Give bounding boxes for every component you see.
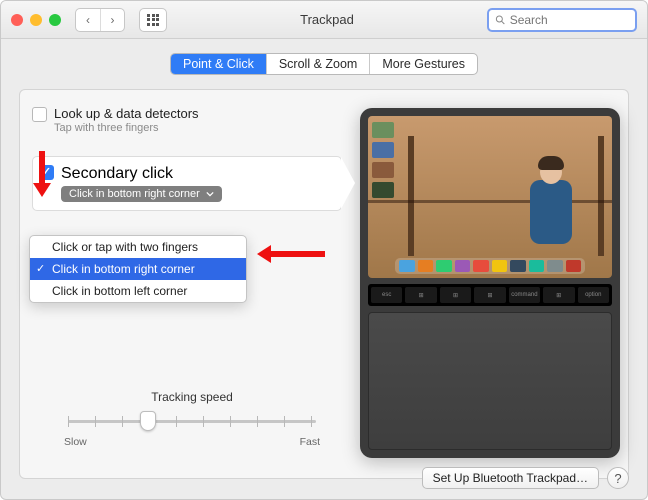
option-lookup[interactable]: Look up & data detectors Tap with three … [32,102,342,142]
check-icon: ✓ [36,262,45,275]
chevron-down-icon [206,190,214,198]
window-title: Trackpad [175,12,479,27]
option-lookup-title: Look up & data detectors [54,106,338,121]
setup-bluetooth-button[interactable]: Set Up Bluetooth Trackpad… [422,467,599,489]
preview-touchbar: esc⊞⊞⊞command⊞option [368,284,612,306]
preview-trackpad-surface [368,312,612,450]
dropdown-item-two-fingers[interactable]: Click or tap with two fingers [30,236,246,258]
dropdown-item-bottom-left[interactable]: Click in bottom left corner [30,280,246,302]
help-button[interactable]: ? [607,467,629,489]
option-secondary-click[interactable]: Secondary click Click in bottom right co… [32,156,342,211]
slider-slow-label: Slow [64,436,87,448]
tracking-speed-label: Tracking speed [62,390,322,404]
tracking-speed: Tracking speed Slow Fast [62,390,322,448]
grid-icon [147,14,159,26]
dropdown-item-bottom-right[interactable]: ✓Click in bottom right corner [30,258,246,280]
back-button[interactable]: ‹ [76,9,100,31]
annotation-arrow-down [33,151,51,197]
checkbox-lookup[interactable] [32,107,47,122]
annotation-arrow-left [257,245,325,263]
forward-button[interactable]: › [100,9,124,31]
search-input[interactable] [510,13,629,27]
minimize-window-button[interactable] [30,14,42,26]
footer: Set Up Bluetooth Trackpad… ? [422,467,629,489]
titlebar: ‹ › Trackpad [1,1,647,39]
nav-buttons: ‹ › [75,8,125,32]
option-secondary-title: Secondary click [61,165,333,183]
tracking-speed-slider[interactable] [62,410,322,432]
slider-fast-label: Fast [300,436,320,448]
slider-end-labels: Slow Fast [62,436,322,448]
tab-point-click[interactable]: Point & Click [171,54,267,74]
chevron-left-icon: ‹ [86,13,90,27]
preview-dock [395,258,585,274]
chevron-right-icon: › [111,13,115,27]
show-all-button[interactable] [139,8,167,32]
zoom-window-button[interactable] [49,14,61,26]
preview-screen [368,116,612,278]
window-controls [11,14,61,26]
tab-more-gestures[interactable]: More Gestures [370,54,477,74]
slider-knob[interactable] [140,411,156,431]
secondary-click-selected-label: Click in bottom right corner [69,188,200,200]
search-field[interactable] [487,8,637,32]
option-lookup-subtitle: Tap with three fingers [54,122,338,134]
trackpad-preview: esc⊞⊞⊞command⊞option [360,108,620,458]
preview-person [516,146,586,256]
preview-column: esc⊞⊞⊞command⊞option [360,102,620,466]
secondary-click-dropdown: Click or tap with two fingers ✓Click in … [29,235,247,303]
tab-scroll-zoom[interactable]: Scroll & Zoom [267,54,371,74]
prefs-window: ‹ › Trackpad Point & Click Scroll & Zoom… [0,0,648,500]
secondary-click-select[interactable]: Click in bottom right corner [61,186,222,202]
content: Point & Click Scroll & Zoom More Gesture… [1,39,647,499]
search-icon [495,14,506,26]
tab-bar: Point & Click Scroll & Zoom More Gesture… [19,53,629,75]
close-window-button[interactable] [11,14,23,26]
preview-thumbnails [372,122,394,198]
